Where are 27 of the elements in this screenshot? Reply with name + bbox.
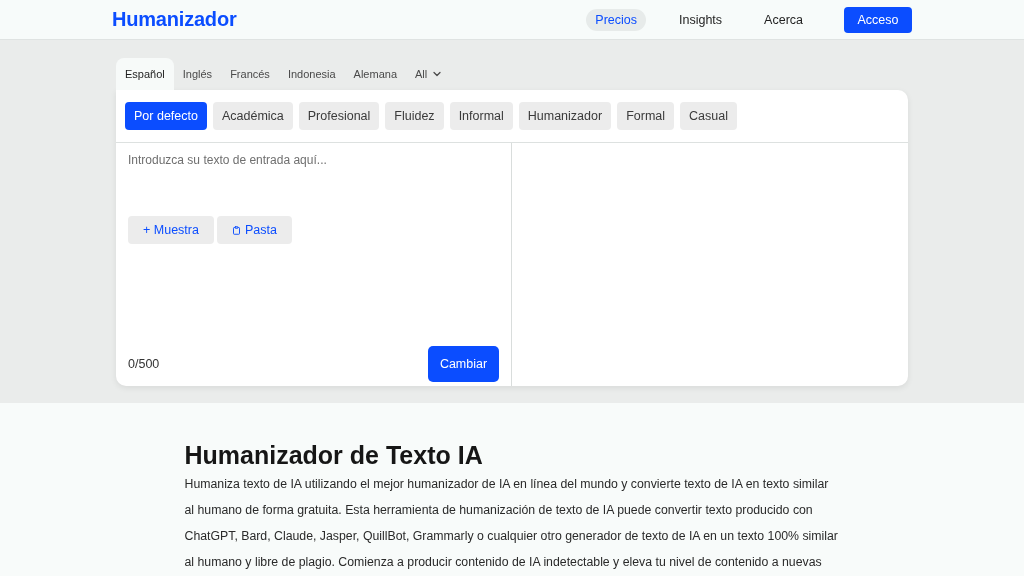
mode-chip[interactable]: Formal bbox=[617, 102, 675, 130]
language-tab[interactable]: Indonesia bbox=[278, 58, 345, 90]
character-counter: 0/500 bbox=[128, 357, 160, 371]
clipboard-icon bbox=[231, 225, 241, 235]
nav-link[interactable]: Precios bbox=[586, 8, 646, 31]
mode-chip[interactable]: Casual bbox=[680, 102, 737, 130]
submit-button[interactable]: Cambiar bbox=[428, 346, 499, 382]
language-tab[interactable]: Alemana bbox=[344, 58, 406, 90]
mode-chip[interactable]: Académica bbox=[212, 102, 293, 130]
language-tab[interactable]: Inglés bbox=[173, 58, 222, 90]
input-field[interactable]: Introduzca su texto de entrada aquí... bbox=[128, 153, 499, 211]
paste-button[interactable]: Pasta bbox=[216, 216, 292, 244]
language-tab[interactable]: Español bbox=[116, 58, 174, 90]
language-tab[interactable]: Francés bbox=[221, 58, 279, 90]
mode-chip[interactable]: Humanizador bbox=[518, 102, 612, 130]
sample-button[interactable]: + Muestra bbox=[128, 216, 214, 244]
language-dropdown[interactable]: All bbox=[406, 58, 453, 90]
logo[interactable]: Humanizador bbox=[112, 8, 237, 31]
article-paragraph: Humaniza texto de IA utilizando el mejor humanizador de IA en línea del mundo y convierte texto de IA en texto similar al humano de forma gratuita. Esta herramienta de humanización de texto de IA puede convertir texto producido con ChatGPT, Bard, Claude, Jasper, QuillBot, Grammarly o cualquier otro generador de texto de IA en un texto 100% similar al humano y libre de plagio. Comienza a producir contenido de IA indetectable y eleva tu nivel de contenido a nuevas bbox=[184, 476, 839, 571]
nav-link[interactable]: Acerca bbox=[755, 8, 812, 31]
mode-chip[interactable]: Profesional bbox=[298, 102, 380, 130]
mode-chip[interactable]: Fluidez bbox=[385, 102, 444, 130]
mode-chip[interactable]: Por defecto bbox=[125, 102, 207, 130]
nav-link[interactable]: Insights bbox=[670, 8, 732, 31]
mode-chip[interactable]: Informal bbox=[449, 102, 513, 130]
article-title: Humanizador de Texto IA bbox=[184, 440, 484, 471]
login-button[interactable]: Acceso bbox=[844, 6, 912, 33]
